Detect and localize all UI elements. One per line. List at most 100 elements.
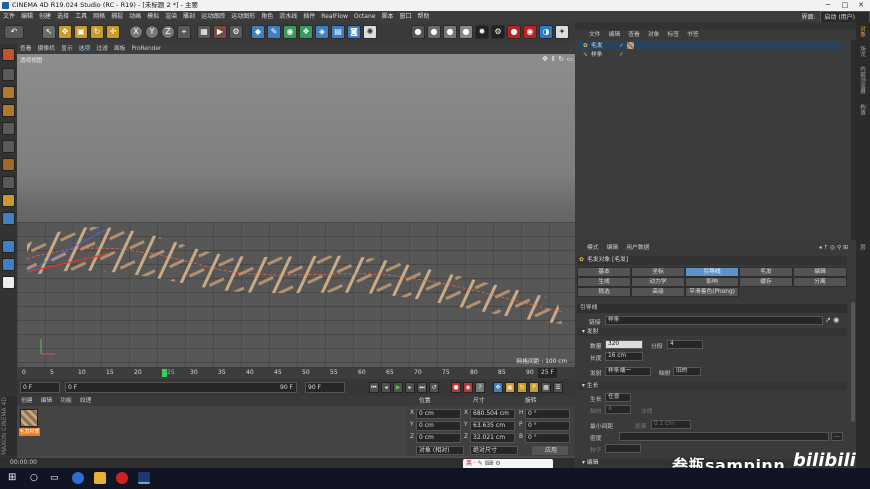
rotate-icon[interactable]: ↻ (90, 25, 104, 39)
attr-menu-mode[interactable]: 模式 (583, 243, 603, 253)
ime-tools-icon[interactable]: ✎ ⌨ ⚙ (478, 460, 501, 467)
menu-sculpt[interactable]: 雕刻 (180, 11, 198, 22)
count-field[interactable]: 320 (605, 340, 643, 349)
grow-select[interactable]: 任意 (605, 393, 631, 402)
attr-nav-icons[interactable]: ◂ ↑ ◎ ⚲ ⊞ (815, 243, 852, 253)
select-arrow-icon[interactable]: ↖ (42, 25, 56, 39)
timeline-menu-icon[interactable]: ☰ (553, 382, 563, 393)
obj-menu-edit[interactable]: 编辑 (605, 30, 625, 40)
menu-create[interactable]: 创建 (36, 11, 54, 22)
polygons-mode-icon[interactable] (2, 158, 15, 171)
density-browse-button[interactable]: … (831, 432, 843, 441)
render-settings-icon[interactable]: ⚙ (229, 25, 243, 39)
emit-select[interactable]: 样条端一 (605, 367, 651, 376)
sky-icon[interactable]: ● (427, 25, 441, 39)
menu-edit[interactable]: 编辑 (18, 11, 36, 22)
undo-icon[interactable]: ↶ (4, 25, 24, 39)
hair-material-name[interactable]: 毛发材质 (19, 428, 40, 436)
move-icon[interactable]: ✥ (58, 25, 72, 39)
loop-icon[interactable]: ↺ (429, 382, 439, 393)
density-field[interactable] (619, 432, 829, 441)
go-start-icon[interactable]: ⏮ (369, 382, 379, 393)
length-field[interactable]: 16 cm (605, 352, 643, 361)
play-icon[interactable]: ▶ (393, 382, 403, 393)
size-y-field[interactable]: 63.635 cm (470, 421, 515, 431)
tab-basic[interactable]: 基本 (577, 267, 631, 277)
scale-icon[interactable]: ▣ (74, 25, 88, 39)
key-selection-icon[interactable]: ? (475, 382, 485, 393)
make-editable-icon[interactable] (2, 48, 15, 61)
attribute-scrollbar[interactable] (851, 302, 855, 422)
menu-snap[interactable]: 捕捉 (108, 11, 126, 22)
workplane-icon[interactable] (2, 104, 15, 117)
lock-workplane-icon[interactable] (2, 212, 15, 225)
obj-menu-object[interactable]: 对象 (644, 30, 664, 40)
tab-dynamics[interactable]: 动力学 (631, 277, 685, 287)
attr-menu-userdata[interactable]: 用户数据 (622, 243, 653, 253)
key-rotation-icon[interactable]: ↻ (517, 382, 527, 393)
end-frame-field[interactable]: 90 F (305, 382, 345, 393)
tab-hairs[interactable]: 毛发 (739, 267, 793, 277)
x-axis-icon[interactable]: X (129, 25, 143, 39)
octane-render-icon[interactable]: ◉ (523, 25, 537, 39)
tab-cache[interactable]: 缓存 (739, 277, 793, 287)
vp-menu-prorender[interactable]: ProRender (128, 44, 164, 54)
obj-menu-view[interactable]: 查看 (624, 30, 644, 40)
recorder-icon[interactable] (116, 472, 128, 484)
pen-icon[interactable]: ✎ (267, 25, 281, 39)
light-bulb-icon[interactable]: ✦ (555, 25, 569, 39)
menu-realflow[interactable]: RealFlow (318, 11, 351, 22)
menu-animate[interactable]: 动画 (126, 11, 144, 22)
tab-coord[interactable]: 坐标 (631, 267, 685, 277)
link-field[interactable]: 样条 (605, 316, 823, 325)
hair-edit-icon[interactable] (2, 240, 15, 253)
tab-generate[interactable]: 生成 (577, 277, 631, 287)
vp-menu-display[interactable]: 显示 (58, 44, 76, 54)
prev-key-icon[interactable]: ◂ (381, 382, 391, 393)
render-view-icon[interactable]: ▶ (213, 25, 227, 39)
tab-guides[interactable]: 引导线 (685, 267, 739, 277)
points-mode-icon[interactable] (2, 122, 15, 135)
scene-icon[interactable]: ▤ (331, 25, 345, 39)
apply-button[interactable]: 应用 (532, 446, 568, 455)
sphere-material-icon[interactable]: ● (411, 25, 425, 39)
rot-b-field[interactable]: 0 ° (525, 433, 570, 443)
obj-menu-tag[interactable]: 标签 (663, 30, 683, 40)
side-tab-content-browser[interactable]: 内容浏览器 (858, 66, 866, 94)
record-key-icon[interactable]: ● (451, 382, 461, 393)
menu-octane[interactable]: Octane (351, 11, 379, 22)
menu-mesh[interactable]: 网格 (90, 11, 108, 22)
windows-start-icon[interactable]: ⊞ (8, 472, 20, 484)
mat-menu-create[interactable]: 创建 (17, 396, 37, 406)
emit-group-header[interactable]: ▾ 发射 (577, 328, 847, 336)
seed-field[interactable] (605, 444, 641, 453)
menu-script[interactable]: 脚本 (378, 11, 396, 22)
add-icon[interactable]: ✛ (106, 25, 120, 39)
auto-key-icon[interactable]: ◉ (463, 382, 473, 393)
tab-phong[interactable]: 平滑着色(Phong) (685, 287, 739, 297)
visibility-check-icon[interactable]: ✓ (619, 42, 624, 50)
explorer-icon[interactable] (94, 472, 106, 484)
menu-help[interactable]: 帮助 (414, 11, 432, 22)
subdivision-icon[interactable]: ◉ (283, 25, 297, 39)
vp-menu-view[interactable]: 查看 (17, 44, 35, 54)
rot-p-field[interactable]: 0 ° (525, 421, 570, 431)
attr-menu-edit[interactable]: 编辑 (603, 243, 623, 253)
record-icon[interactable]: ● (507, 25, 521, 39)
segments-field[interactable]: 4 (667, 340, 703, 349)
deformer-icon[interactable]: ◈ (315, 25, 329, 39)
object-row-spline[interactable]: ∿ 样条 ✓ (577, 51, 839, 59)
menu-file[interactable]: 文件 (0, 11, 18, 22)
menu-plugins[interactable]: 插件 (300, 11, 318, 22)
menu-select[interactable]: 选择 (54, 11, 72, 22)
visibility-check-icon[interactable]: ✓ (619, 51, 624, 59)
mat-menu-edit[interactable]: 编辑 (37, 396, 57, 406)
size-mode-select[interactable]: 绝对尺寸 (470, 446, 518, 455)
side-tab-takes[interactable]: 场次 (858, 46, 866, 57)
key-position-icon[interactable]: ✥ (493, 382, 503, 393)
pos-x-field[interactable]: 0 cm (416, 409, 461, 419)
size-x-field[interactable]: 680.504 cm (470, 409, 515, 419)
tab-influence[interactable]: 影响 (685, 277, 739, 287)
preview-range-slider[interactable]: 0 F 90 F (65, 382, 297, 393)
go-end-icon[interactable]: ⏭ (417, 382, 427, 393)
